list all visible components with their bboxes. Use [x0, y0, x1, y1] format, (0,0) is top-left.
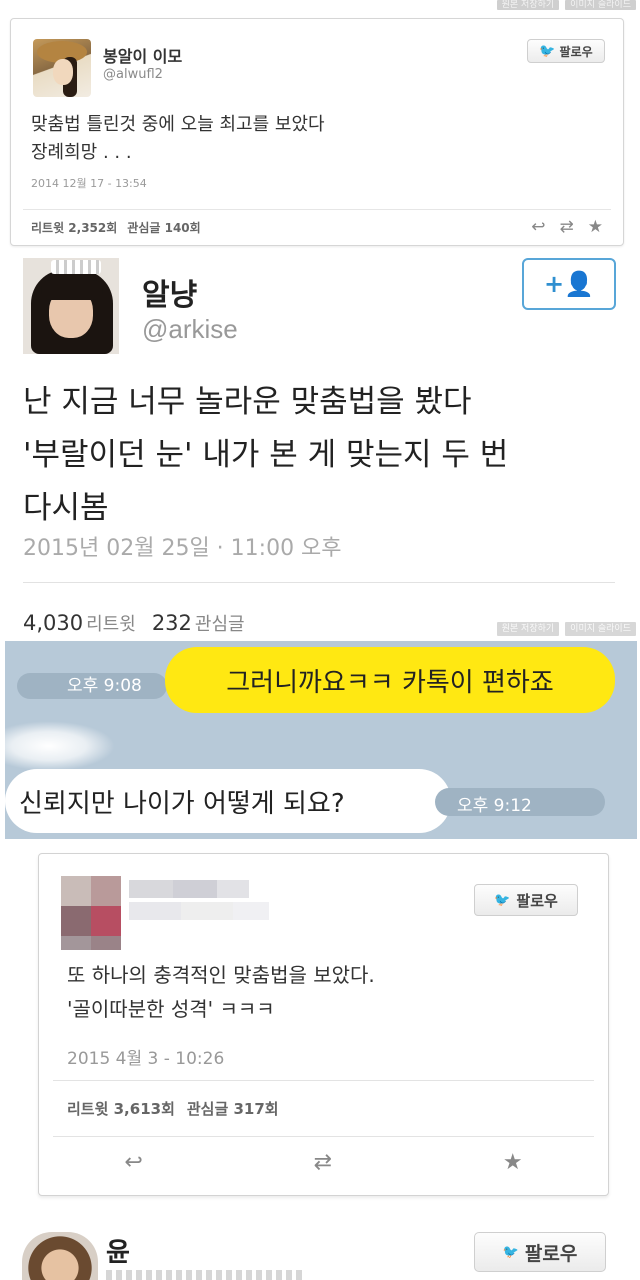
follow-label: 팔로우	[524, 1242, 578, 1265]
tweet-text: 또 하나의 충격적인 맞춤법을 보았다. '골이따분한 성격' ㅋㅋㅋ	[67, 958, 587, 1026]
tweet-text-line: 맞춤법 틀린것 중에 오늘 최고를 보았다	[31, 114, 325, 135]
favorite-count[interactable]: 관심글 317회	[187, 1098, 279, 1119]
tweet-text-line: 장례희망 . . .	[31, 142, 132, 163]
tweet-text: 맞춤법 틀린것 중에 오늘 최고를 보았다 장례희망 . . .	[31, 111, 591, 167]
tweet-card-1: 봉알이 이모 @alwufl2 🐦 팔로우 맞춤법 틀린것 중에 오늘 최고를 …	[10, 18, 624, 246]
blurred-name	[5, 721, 115, 771]
message-time: 오후 9:12	[457, 796, 532, 816]
divider	[23, 582, 615, 583]
tweet-stats: 4,030 리트윗 232 관심글	[23, 610, 245, 636]
tweet-timestamp: 2015 4월 3 - 10:26	[67, 1049, 225, 1069]
twitter-bird-icon: 🐦	[539, 43, 556, 59]
reply-icon[interactable]: ↩	[531, 217, 545, 237]
save-original-button[interactable]: 원본 저장하기	[496, 0, 560, 10]
follow-button[interactable]: 🐦 팔로우	[474, 1232, 606, 1272]
tweet-actions: ↩ ⇄ ★	[531, 217, 603, 237]
user-name[interactable]: 봉알이 이모	[103, 43, 182, 67]
chat-screenshot: 오후 9:08 그러니까요ㅋㅋ 카톡이 편하죠 신뢰지만 나이가 어떻게 되요?…	[5, 641, 637, 839]
retweet-icon[interactable]: ⇄	[560, 217, 574, 237]
image-slide-button[interactable]: 이미지 슬라이드	[565, 622, 636, 636]
tweet-text-line: '부랄이던 눈' 내가 본 게 맞는지 두 번	[23, 437, 509, 473]
watermark-top: 원본 저장하기 이미지 슬라이드	[496, 0, 636, 10]
add-user-icon: +👤	[544, 270, 594, 298]
tweet-timestamp: 2014 12월 17 - 13:54	[31, 177, 147, 190]
retweet-icon[interactable]: ⇄	[314, 1150, 332, 1175]
reply-icon[interactable]: ↩	[124, 1150, 142, 1175]
user-handle[interactable]: @arkise	[142, 314, 238, 345]
twitter-bird-icon: 🐦	[502, 1244, 519, 1260]
avatar[interactable]	[22, 1232, 98, 1280]
pixelated-profile	[61, 876, 271, 950]
favorite-stat[interactable]: 232 관심글	[152, 610, 245, 636]
retweet-count[interactable]: 리트윗 2,352회	[31, 219, 117, 236]
save-original-button[interactable]: 원본 저장하기	[496, 622, 560, 636]
tweet-text-line: 또 하나의 충격적인 맞춤법을 보았다.	[67, 963, 375, 987]
tweet-timestamp: 2015년 02월 25일 · 11:00 오후	[23, 536, 342, 561]
follow-button[interactable]: 🐦 팔로우	[527, 39, 605, 63]
blurred-handle	[106, 1270, 306, 1280]
tweet-text-line: '골이따분한 성격' ㅋㅋㅋ	[67, 997, 275, 1021]
tweet-text-line: 다시봄	[23, 490, 109, 526]
watermark-mid: 원본 저장하기 이미지 슬라이드	[496, 622, 636, 636]
divider	[53, 1080, 594, 1081]
follow-user-icon-button[interactable]: +👤	[522, 258, 616, 310]
star-icon[interactable]: ★	[503, 1150, 523, 1175]
tweet-text-line: 난 지금 너무 놀라운 맞춤법을 봤다	[23, 384, 472, 420]
favorite-count[interactable]: 관심글 140회	[127, 219, 200, 236]
tweet-stats: 리트윗 3,613회 관심글 317회	[67, 1098, 279, 1119]
divider	[23, 209, 611, 210]
user-name[interactable]: 알냥	[142, 270, 197, 314]
screenshot-collage: 원본 저장하기 이미지 슬라이드 봉알이 이모 @alwufl2 🐦 팔로우 맞…	[0, 0, 640, 1280]
tweet-actions: ↩ ⇄ ★	[39, 1150, 608, 1175]
follow-label: 팔로우	[559, 44, 593, 59]
message-time: 오후 9:08	[67, 676, 142, 696]
image-slide-button[interactable]: 이미지 슬라이드	[565, 0, 636, 10]
sent-message-bubble: 그러니까요ㅋㅋ 카톡이 편하죠	[165, 647, 615, 713]
follow-label: 팔로우	[516, 891, 558, 910]
twitter-bird-icon: 🐦	[494, 892, 511, 908]
received-message-bubble: 신뢰지만 나이가 어떻게 되요?	[5, 769, 451, 833]
user-handle[interactable]: @alwufl2	[103, 67, 163, 82]
avatar[interactable]	[23, 258, 119, 354]
user-name[interactable]: 윤	[106, 1232, 130, 1269]
follow-button[interactable]: 🐦 팔로우	[474, 884, 578, 916]
tweet-card-3: 🐦 팔로우 또 하나의 충격적인 맞춤법을 보았다. '골이따분한 성격' ㅋㅋ…	[38, 853, 609, 1196]
tweet-text: 난 지금 너무 놀라운 맞춤법을 봤다 '부랄이던 눈' 내가 본 게 맞는지 …	[23, 376, 623, 535]
star-icon[interactable]: ★	[588, 217, 603, 237]
retweet-count[interactable]: 리트윗 3,613회	[67, 1098, 175, 1119]
avatar[interactable]	[33, 39, 91, 97]
tweet-stats: 리트윗 2,352회 관심글 140회	[31, 219, 201, 236]
divider	[53, 1136, 594, 1137]
retweet-stat[interactable]: 4,030 리트윗	[23, 610, 136, 636]
